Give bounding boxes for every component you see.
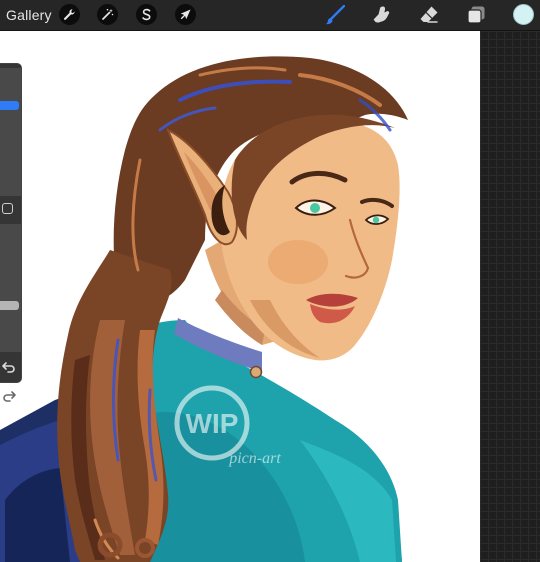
modify-button[interactable]: [2, 203, 13, 214]
selection-button[interactable]: [136, 4, 157, 25]
top-toolbar: Gallery: [0, 0, 540, 31]
brush-icon: [325, 4, 346, 25]
layers-icon: [467, 6, 485, 24]
drawing-canvas[interactable]: WIP picn-art: [0, 31, 480, 562]
selection-s-icon: [142, 8, 151, 21]
adjustments-button[interactable]: [97, 4, 118, 25]
eraser-icon: [420, 6, 438, 23]
magic-wand-icon: [102, 8, 114, 20]
opacity-slider[interactable]: [0, 224, 21, 352]
color-picker-swatch[interactable]: [513, 4, 534, 25]
wrench-icon: [63, 9, 75, 20]
brush-sidebar: [0, 63, 22, 402]
brush-size-slider[interactable]: [0, 68, 21, 196]
undo-icon[interactable]: [1, 360, 17, 374]
transform-button[interactable]: [175, 4, 196, 25]
wip-badge-text: WIP: [186, 408, 239, 439]
smudge-tool-button[interactable]: [371, 4, 393, 26]
redo-icon[interactable]: [1, 389, 17, 403]
artwork-illustration: WIP picn-art: [0, 56, 408, 562]
smudge-finger-icon: [373, 6, 390, 23]
arrow-cursor-icon: [180, 9, 191, 20]
brush-size-handle[interactable]: [0, 101, 19, 110]
brush-tool-button[interactable]: [324, 4, 346, 26]
opacity-handle[interactable]: [0, 301, 19, 310]
signature-text: picn-art: [228, 450, 281, 467]
gallery-button[interactable]: Gallery: [6, 7, 52, 23]
layers-button[interactable]: [465, 4, 487, 26]
actions-button[interactable]: [59, 4, 80, 25]
eraser-tool-button[interactable]: [418, 4, 440, 26]
grid-background: [480, 31, 540, 562]
